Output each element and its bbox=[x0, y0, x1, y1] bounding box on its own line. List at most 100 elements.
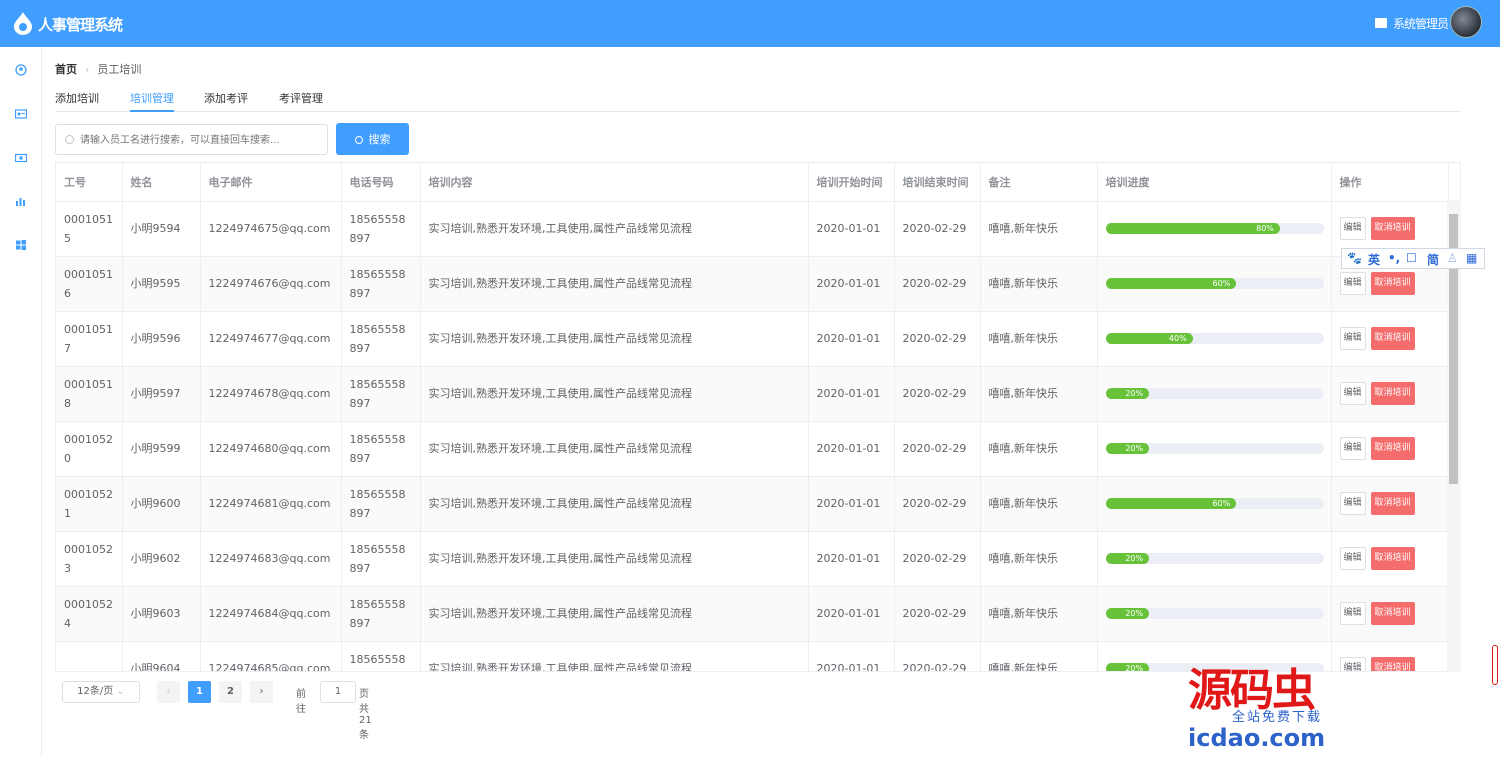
cell-progress: 40% bbox=[1097, 311, 1332, 367]
windows-icon[interactable] bbox=[15, 239, 27, 251]
cell-actions: 编辑 取消培训 bbox=[1331, 421, 1449, 477]
cell-end: 2020-02-29 bbox=[894, 256, 981, 312]
cup-icon[interactable]: ☐ bbox=[1406, 251, 1417, 265]
cell-phone: 18565558897 bbox=[341, 201, 421, 257]
edit-button[interactable]: 编辑 bbox=[1339, 547, 1366, 570]
cell-name: 小明9600 bbox=[122, 476, 201, 532]
cancel-training-button[interactable]: 取消培训 bbox=[1370, 217, 1415, 240]
table-row: 00010524 小明9603 1224974684@qq.com 185655… bbox=[56, 586, 1449, 642]
ime-punctuation[interactable]: •, bbox=[1388, 251, 1400, 265]
ime-simplified[interactable]: 简 bbox=[1427, 251, 1439, 268]
app-title: 人事管理系统 bbox=[38, 16, 123, 34]
cell-start: 2020-01-01 bbox=[808, 366, 895, 422]
grid-icon[interactable]: ▦ bbox=[1466, 251, 1477, 265]
cancel-training-button[interactable]: 取消培训 bbox=[1370, 327, 1415, 350]
page-button-2[interactable]: 2 bbox=[219, 681, 242, 703]
cell-content: 实习培训,熟悉开发环境,工具使用,属性产品线常见流程 bbox=[420, 531, 809, 587]
cell-name: 小明9597 bbox=[122, 366, 201, 422]
cell-progress: 20% bbox=[1097, 586, 1332, 642]
tab-add-evaluation[interactable]: 添加考评 bbox=[204, 90, 248, 106]
edit-button[interactable]: 编辑 bbox=[1339, 602, 1366, 625]
cell-actions: 编辑 取消培训 bbox=[1331, 531, 1449, 587]
edit-button[interactable]: 编辑 bbox=[1339, 327, 1366, 350]
cancel-training-button[interactable]: 取消培训 bbox=[1370, 657, 1415, 671]
table-row: 00010517 小明9596 1224974677@qq.com 185655… bbox=[56, 311, 1449, 367]
tab-add-training[interactable]: 添加培训 bbox=[55, 90, 99, 106]
header-phone: 电话号码 bbox=[341, 163, 421, 202]
avatar[interactable] bbox=[1450, 6, 1482, 38]
progress-fill: 20% bbox=[1105, 553, 1150, 564]
cancel-training-button[interactable]: 取消培训 bbox=[1370, 272, 1415, 295]
cell-id: 00010521 bbox=[56, 476, 123, 532]
cell-email: 1224974675@qq.com bbox=[200, 201, 342, 257]
user-circle-icon[interactable] bbox=[15, 64, 27, 76]
progress-bar: 20% bbox=[1105, 443, 1324, 454]
search-button[interactable]: 搜索 bbox=[336, 123, 409, 155]
cell-content: 实习培训,熟悉开发环境,工具使用,属性产品线常见流程 bbox=[420, 256, 809, 312]
cell-actions: 编辑 取消培训 bbox=[1331, 366, 1449, 422]
progress-bar: 60% bbox=[1105, 278, 1324, 289]
edit-button[interactable]: 编辑 bbox=[1339, 657, 1366, 671]
watermark-url: icdao.com bbox=[1188, 724, 1326, 752]
edit-button[interactable]: 编辑 bbox=[1339, 492, 1366, 515]
cell-email: 1224974684@qq.com bbox=[200, 586, 342, 642]
cell-phone: 18565558897 bbox=[341, 531, 421, 587]
tab-training-management[interactable]: 培训管理 bbox=[130, 90, 174, 106]
progress-bar: 60% bbox=[1105, 498, 1324, 509]
cell-phone: 18565558897 bbox=[341, 311, 421, 367]
breadcrumb-home[interactable]: 首页 bbox=[55, 63, 77, 76]
cancel-training-button[interactable]: 取消培训 bbox=[1370, 602, 1415, 625]
cell-end: 2020-02-29 bbox=[894, 531, 981, 587]
id-card-icon[interactable] bbox=[15, 108, 27, 120]
page-size-value: 12条/页 bbox=[77, 686, 114, 697]
cell-content: 实习培训,熟悉开发环境,工具使用,属性产品线常见流程 bbox=[420, 201, 809, 257]
cell-start: 2020-01-01 bbox=[808, 531, 895, 587]
cell-email: 1224974683@qq.com bbox=[200, 531, 342, 587]
table-row: 00010515 小明9594 1224974675@qq.com 185655… bbox=[56, 201, 1449, 257]
cell-end: 2020-02-29 bbox=[894, 586, 981, 642]
cell-id: 00010516 bbox=[56, 256, 123, 312]
drop-logo-icon bbox=[14, 12, 32, 35]
bar-chart-icon[interactable] bbox=[15, 195, 27, 207]
next-page-button[interactable]: › bbox=[250, 681, 273, 703]
header-progress: 培训进度 bbox=[1097, 163, 1332, 202]
cell-email: 1224974676@qq.com bbox=[200, 256, 342, 312]
edit-button[interactable]: 编辑 bbox=[1339, 217, 1366, 240]
progress-bar: 20% bbox=[1105, 388, 1324, 399]
cancel-training-button[interactable]: 取消培训 bbox=[1370, 492, 1415, 515]
cell-content: 实习培训,熟悉开发环境,工具使用,属性产品线常见流程 bbox=[420, 586, 809, 642]
goto-page-input[interactable]: 1 bbox=[320, 681, 356, 703]
cancel-training-button[interactable]: 取消培训 bbox=[1370, 382, 1415, 405]
cell-phone: 18565558897 bbox=[341, 476, 421, 532]
user-name[interactable]: 系统管理员 bbox=[1393, 15, 1449, 32]
edit-button[interactable]: 编辑 bbox=[1339, 437, 1366, 460]
progress-fill: 20% bbox=[1105, 608, 1150, 619]
money-icon[interactable] bbox=[15, 152, 27, 164]
header-actions: 操作 bbox=[1331, 163, 1449, 202]
top-navbar: 人事管理系统 系统管理员 bbox=[0, 0, 1500, 47]
page-button-1[interactable]: 1 bbox=[188, 681, 211, 703]
cell-name: 小明9595 bbox=[122, 256, 201, 312]
progress-fill: 80% bbox=[1105, 223, 1280, 234]
tab-evaluation-management[interactable]: 考评管理 bbox=[279, 90, 323, 106]
paw-icon[interactable]: 🐾 bbox=[1347, 251, 1362, 265]
person-icon[interactable]: ♙ bbox=[1447, 251, 1458, 265]
tab-active-bar bbox=[130, 110, 174, 112]
search-icon bbox=[354, 136, 363, 144]
cell-id: 00010517 bbox=[56, 311, 123, 367]
header-content: 培训内容 bbox=[420, 163, 809, 202]
cell-remark: 嘻嘻,新年快乐 bbox=[980, 311, 1098, 367]
cell-end: 2020-02-29 bbox=[894, 201, 981, 257]
ime-english[interactable]: 英 bbox=[1368, 251, 1380, 268]
edit-button[interactable]: 编辑 bbox=[1339, 272, 1366, 295]
page-size-select[interactable]: 12条/页 ⌄ bbox=[62, 681, 140, 703]
cancel-training-button[interactable]: 取消培训 bbox=[1370, 437, 1415, 460]
edit-button[interactable]: 编辑 bbox=[1339, 382, 1366, 405]
prev-page-button[interactable]: ‹ bbox=[157, 681, 180, 703]
table-scrollbar[interactable] bbox=[1447, 200, 1461, 672]
cancel-training-button[interactable]: 取消培训 bbox=[1370, 547, 1415, 570]
mail-icon[interactable] bbox=[1375, 18, 1387, 28]
cell-name: 小明9596 bbox=[122, 311, 201, 367]
search-input[interactable] bbox=[80, 131, 320, 149]
cell-id: 00010515 bbox=[56, 201, 123, 257]
